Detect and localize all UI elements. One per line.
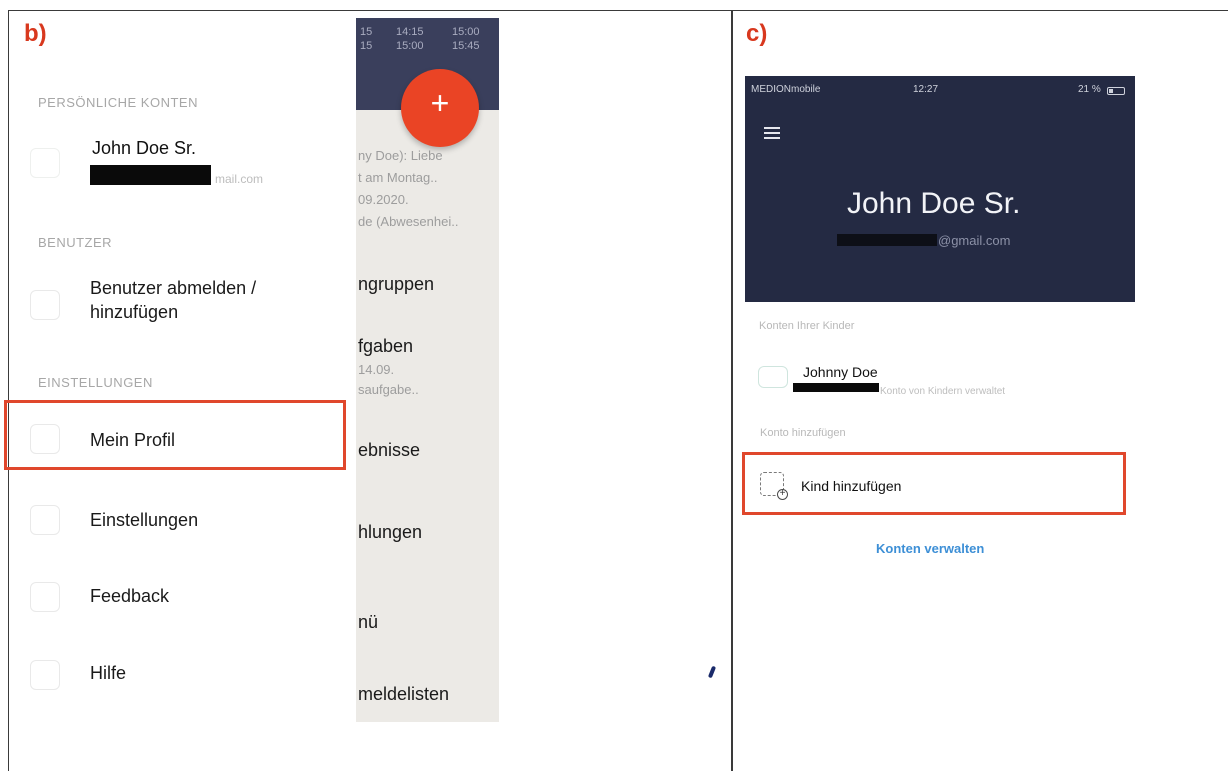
panel-label-c: c): [746, 20, 768, 47]
status-time: 12:27: [913, 84, 939, 95]
timetable-cell: 15:00: [396, 40, 424, 52]
section-header-add-account: Konto hinzufügen: [760, 427, 846, 439]
profile-name: John Doe Sr.: [847, 187, 1021, 220]
battery-icon: [1107, 87, 1125, 95]
menu-item-feedback[interactable]: Feedback: [90, 584, 169, 608]
feedback-icon: [30, 582, 60, 612]
news-snippet: t am Montag..: [358, 170, 438, 185]
background-menu-subtext: 14.09.: [358, 362, 395, 377]
panel-divider: [731, 10, 733, 771]
background-menu-item: ebnisse: [358, 440, 421, 460]
settings-icon: [30, 505, 60, 535]
status-carrier: MEDIONmobile: [751, 84, 821, 95]
timetable-cell: 15: [360, 40, 373, 52]
redacted-email: [837, 234, 937, 246]
section-header-personal-accounts: PERSÖNLICHE KONTEN: [38, 95, 198, 110]
timetable-cell: 14:15: [396, 26, 424, 38]
section-header-users: BENUTZER: [38, 235, 113, 250]
highlight-box-add-child: [742, 452, 1126, 515]
background-menu-item: fgaben: [358, 336, 414, 356]
timetable-cell: 15:45: [452, 40, 480, 52]
help-icon: [30, 660, 60, 690]
highlight-box-profile: [4, 400, 346, 470]
news-snippet: de (Abwesenhei..: [358, 214, 459, 229]
user-switch-icon: [30, 290, 60, 320]
account-email-partial: mail.com: [215, 172, 264, 186]
child-account-email-partial: Konto von Kindern verwaltet: [880, 386, 1006, 397]
background-menu-item: meldelisten: [358, 684, 450, 704]
menu-item-logout-add-user[interactable]: Benutzer abmelden / hinzufügen: [90, 276, 256, 324]
menu-item-help[interactable]: Hilfe: [90, 661, 126, 685]
timetable-cell: 15:00: [452, 26, 480, 38]
profile-header: MEDIONmobile 12:27 21 % John Doe Sr. @gm…: [745, 76, 1135, 302]
child-account-icon: [758, 366, 788, 388]
plus-icon: +: [430, 85, 450, 121]
status-battery-text: 21 %: [1078, 84, 1101, 95]
background-menu-item: nü: [358, 612, 379, 632]
manage-accounts-link[interactable]: Konten verwalten: [876, 541, 984, 556]
redacted-email: [793, 383, 879, 392]
background-menu-subtext: saufgabe..: [358, 382, 419, 397]
background-menu-item: ngruppen: [358, 274, 435, 294]
news-snippet: 09.2020.: [358, 192, 409, 207]
redacted-email: [90, 165, 211, 185]
add-button[interactable]: +: [401, 69, 479, 147]
timetable-cell: 15: [360, 26, 373, 38]
profile-email-partial: @gmail.com: [938, 233, 1011, 248]
section-header-settings: EINSTELLUNGEN: [38, 375, 153, 390]
child-account-name[interactable]: Johnny Doe: [803, 364, 878, 380]
account-avatar-icon: [30, 148, 60, 178]
account-name[interactable]: John Doe Sr.: [92, 138, 196, 159]
hamburger-icon[interactable]: [764, 127, 780, 142]
menu-item-settings[interactable]: Einstellungen: [90, 508, 198, 532]
background-menu-item: hlungen: [358, 522, 423, 542]
panel-label-b: b): [24, 20, 47, 47]
section-header-linked-accounts: Konten Ihrer Kinder: [759, 320, 855, 332]
news-snippet: ny Doe): Liebe: [358, 148, 443, 163]
